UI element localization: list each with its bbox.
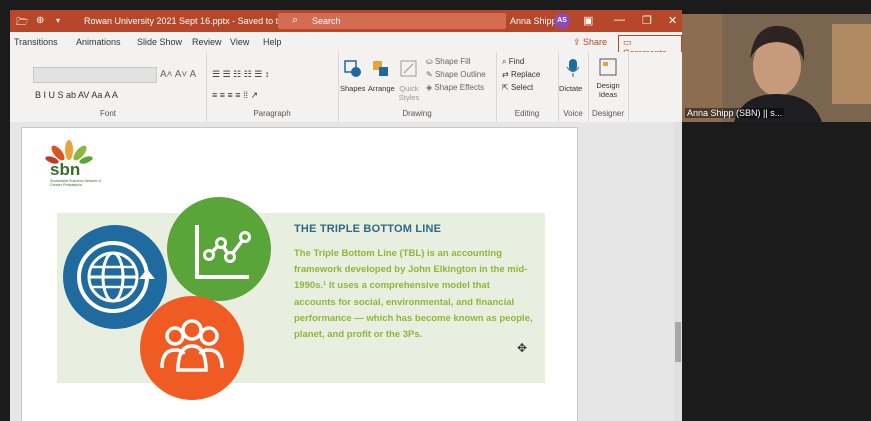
shape-effects-button[interactable]: ◈ Shape Effects bbox=[426, 83, 484, 92]
font-format-buttons[interactable]: B I U S ab AV Aa A A bbox=[35, 90, 118, 100]
find-label: Find bbox=[508, 57, 525, 66]
paragraph-group: ☰ ☰ ☷ ☷ ☰ ↕ ≡ ≡ ≡ ≡ ⁞⁞ ↗ Paragraph bbox=[206, 52, 339, 122]
shape-outline-label: Shape Outline bbox=[434, 70, 486, 79]
restore-icon[interactable]: ❐ bbox=[642, 14, 652, 27]
replace-button[interactable]: ⇄ Replace bbox=[502, 70, 540, 79]
tab-slide-show[interactable]: Slide Show bbox=[137, 37, 182, 47]
scrollbar-thumb[interactable] bbox=[675, 322, 681, 362]
customize-toolbar-icon[interactable]: ▾ bbox=[56, 16, 60, 25]
shape-outline-button[interactable]: ✎ Shape Outline bbox=[426, 70, 486, 79]
search-box[interactable]: ⌕ Search bbox=[278, 13, 506, 29]
logo-wordmark: sbn bbox=[50, 160, 81, 179]
design-ideas-icon[interactable] bbox=[599, 58, 617, 81]
editing-group-label: Editing bbox=[514, 109, 540, 118]
font-group-label: Font bbox=[99, 109, 116, 118]
quick-styles-label[interactable]: Quick Styles bbox=[396, 84, 422, 102]
mouse-cursor-icon: ✥ bbox=[517, 341, 528, 355]
drawing-group-label: Drawing bbox=[402, 109, 432, 118]
arrange-label[interactable]: Arrange bbox=[368, 84, 395, 93]
user-name[interactable]: Anna Shipp bbox=[510, 16, 557, 26]
powerpoint-window: 🗁 ⊕ ▾ Rowan University 2021 Sept 16.pptx… bbox=[10, 10, 682, 421]
designer-group: Design Ideas Designer bbox=[588, 52, 629, 122]
share-button[interactable]: ⇪ Share bbox=[573, 37, 607, 48]
shapes-icon[interactable] bbox=[344, 60, 362, 78]
drawing-group: Shapes Arrange Quick Styles ⛀ Shape Fill… bbox=[338, 52, 497, 122]
participant-image bbox=[682, 14, 871, 122]
share-icon: ⇪ bbox=[573, 37, 584, 47]
logo-subtext: Sustainable Business Network of Greater … bbox=[50, 179, 102, 187]
content-panel: THE TRIPLE BOTTOM LINE The Triple Bottom… bbox=[57, 197, 545, 400]
paint-bucket-icon: ⛀ bbox=[426, 57, 435, 66]
tab-help[interactable]: Help bbox=[263, 37, 282, 47]
slide-heading: THE TRIPLE BOTTOM LINE bbox=[294, 223, 442, 235]
search-icon: ⌕ bbox=[292, 14, 299, 26]
design-ideas-label[interactable]: Design Ideas bbox=[592, 81, 624, 99]
close-icon[interactable]: ✕ bbox=[668, 14, 677, 27]
slide-canvas[interactable]: sbn Sustainable Business Network of Grea… bbox=[21, 127, 578, 421]
designer-group-label: Designer bbox=[591, 109, 624, 118]
avatar[interactable]: AS bbox=[554, 13, 570, 29]
shape-fill-button[interactable]: ⛀ Shape Fill bbox=[426, 57, 471, 66]
document-title[interactable]: Rowan University 2021 Sept 16.pptx - Sav… bbox=[84, 16, 305, 26]
select-label: Select bbox=[510, 83, 534, 92]
ribbon-tabs: Transitions Animations Slide Show Review… bbox=[10, 32, 682, 60]
find-icon: ⌕ bbox=[502, 57, 509, 66]
slide-editor-area: sbn Sustainable Business Network of Grea… bbox=[10, 122, 682, 421]
arrange-icon[interactable] bbox=[372, 60, 390, 78]
slide-body-text: The Triple Bottom Line (TBL) is an accou… bbox=[294, 248, 533, 341]
ribbon-display-icon[interactable]: ▣ bbox=[583, 14, 593, 27]
ribbon: A˄ A˅ A B I U S ab AV Aa A A Font ☰ ☰ ☷ … bbox=[10, 52, 682, 123]
shape-effects-label: Shape Effects bbox=[434, 83, 485, 92]
title-bar: 🗁 ⊕ ▾ Rowan University 2021 Sept 16.pptx… bbox=[10, 10, 682, 32]
align-buttons[interactable]: ≡ ≡ ≡ ≡ ⁞⁞ ↗ bbox=[212, 90, 258, 101]
select-icon: ⇱ bbox=[502, 83, 511, 92]
tab-review[interactable]: Review bbox=[192, 37, 222, 47]
voice-group: Dictate Voice bbox=[558, 52, 589, 122]
shape-fill-label: Shape Fill bbox=[434, 57, 471, 66]
minimize-icon[interactable]: — bbox=[614, 14, 625, 26]
search-placeholder: Search bbox=[312, 16, 341, 26]
folder-icon[interactable]: 🗁 bbox=[16, 15, 28, 32]
participant-video[interactable]: Anna Shipp (SBN) || s... bbox=[682, 14, 871, 122]
quick-styles-icon[interactable] bbox=[400, 60, 418, 78]
pen-icon: ✎ bbox=[426, 70, 435, 79]
tab-view[interactable]: View bbox=[230, 37, 249, 47]
find-button[interactable]: ⌕ Find bbox=[502, 57, 524, 67]
present-icon[interactable]: ⊕ bbox=[36, 15, 44, 26]
paragraph-group-label: Paragraph bbox=[253, 109, 291, 118]
dictate-label[interactable]: Dictate bbox=[559, 84, 582, 93]
participant-name: Anna Shipp (SBN) || s... bbox=[685, 108, 785, 118]
voice-group-label: Voice bbox=[563, 109, 583, 118]
microphone-icon[interactable] bbox=[566, 58, 580, 83]
replace-label: Replace bbox=[510, 70, 541, 79]
font-size-buttons[interactable]: A˄ A˅ A bbox=[160, 69, 196, 80]
list-buttons[interactable]: ☰ ☰ ☷ ☷ ☰ ↕ bbox=[212, 69, 269, 80]
people-icon bbox=[140, 296, 244, 400]
vertical-scrollbar[interactable] bbox=[674, 122, 682, 421]
shapes-label[interactable]: Shapes bbox=[340, 84, 365, 93]
font-name-select[interactable] bbox=[33, 67, 157, 83]
tab-transitions[interactable]: Transitions bbox=[14, 37, 58, 47]
share-label: Share bbox=[583, 37, 608, 47]
comment-icon: ▭ bbox=[623, 37, 632, 47]
sbn-logo: sbn Sustainable Business Network of Grea… bbox=[44, 136, 101, 187]
editing-group: ⌕ Find ⇄ Replace ⇱ Select Editing bbox=[496, 52, 559, 122]
line-chart-icon bbox=[167, 197, 271, 301]
replace-icon: ⇄ bbox=[502, 70, 511, 79]
tab-animations[interactable]: Animations bbox=[76, 37, 121, 47]
font-group: A˄ A˅ A B I U S ab AV Aa A A Font bbox=[10, 52, 207, 122]
select-button[interactable]: ⇱ Select bbox=[502, 83, 533, 92]
